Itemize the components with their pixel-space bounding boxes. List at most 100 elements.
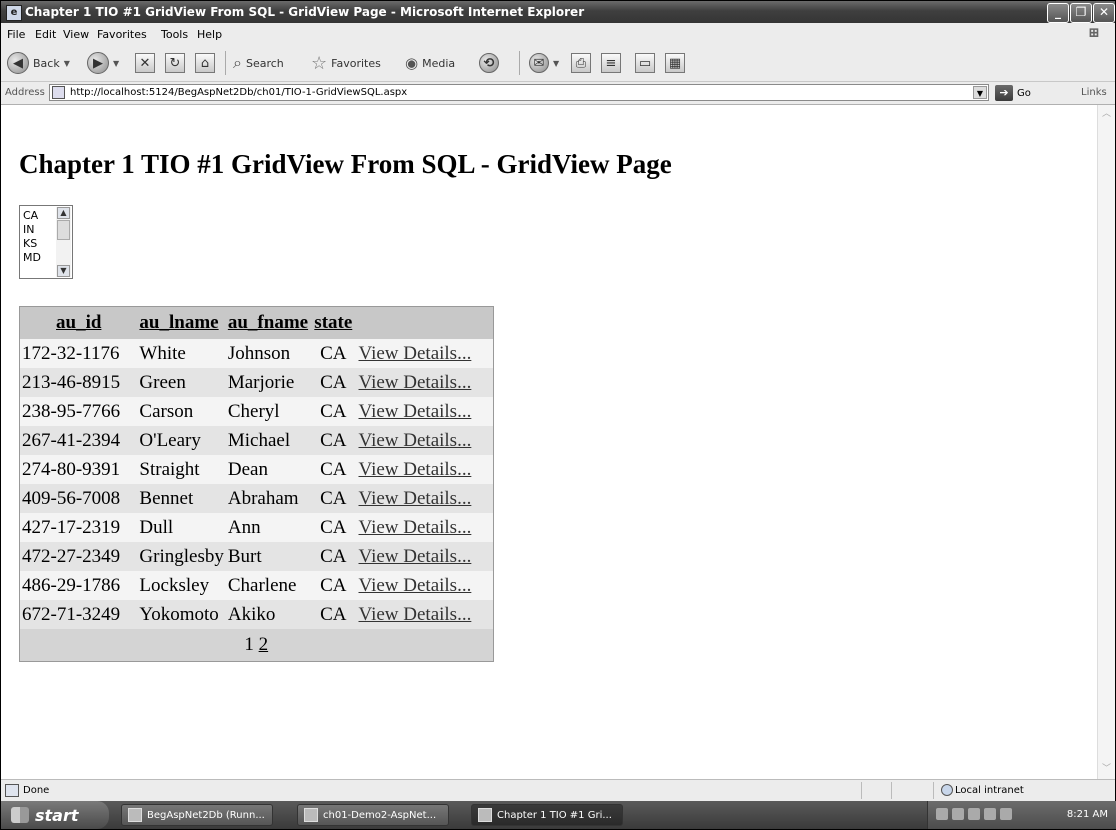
menu-help[interactable]: Help [197,28,222,41]
taskbar-item[interactable]: BegAspNet2Db (Runn... [121,804,273,826]
table-row: 672-71-3249 Yokomoto Akiko CA View Detai… [19,600,493,629]
view-details-link[interactable]: View Details... [356,542,493,571]
state-listbox[interactable]: CA IN KS MD ▲ ▼ [19,205,73,279]
tray-app-icon[interactable] [1000,808,1012,820]
start-button[interactable]: start [1,801,109,829]
windows-logo-icon: ⊞ [1088,25,1100,41]
menu-tools[interactable]: Tools [161,28,188,41]
cell-au-fname: Charlene [225,571,311,600]
search-button[interactable]: ⌕ Search [233,51,284,75]
column-header-au-fname[interactable]: au_fname [225,306,311,339]
address-url: http://localhost:5124/BegAspNet2Db/ch01/… [70,87,408,98]
view-details-link[interactable]: View Details... [356,600,493,629]
close-button[interactable]: ✕ [1093,3,1115,23]
refresh-icon: ↻ [165,53,185,73]
menu-view[interactable]: View [63,28,89,41]
cell-au-fname: Michael [225,426,311,455]
column-header-state[interactable]: state [310,306,357,339]
refresh-button[interactable]: ↻ [165,51,185,75]
view-details-link[interactable]: View Details... [356,339,493,368]
cell-au-fname: Abraham [225,484,311,513]
cell-state: CA [310,484,357,513]
home-icon: ⌂ [195,53,215,73]
go-button[interactable]: ➔ Go [995,84,1031,102]
scroll-thumb[interactable] [57,220,70,240]
authors-gridview: au_id au_lname au_fname state 172-32-117… [19,306,494,662]
listbox-scrollbar[interactable]: ▲ ▼ [56,207,71,277]
mail-button[interactable]: ✉ ▼ [529,51,559,75]
page-done-icon [5,784,19,797]
column-header-au-lname[interactable]: au_lname [137,306,226,339]
column-header-au-id[interactable]: au_id [19,306,138,339]
cell-au-fname: Burt [225,542,311,571]
tray-icons [936,808,1012,820]
address-input[interactable]: http://localhost:5124/BegAspNet2Db/ch01/… [49,84,989,101]
cell-au-fname: Dean [225,455,311,484]
menu-edit[interactable]: Edit [35,28,56,41]
edit-button[interactable]: ≡ [601,51,621,75]
printer-icon: ⎙ [571,53,591,73]
menu-favorites[interactable]: Favorites [97,28,147,41]
view-details-link[interactable]: View Details... [356,368,493,397]
back-button[interactable]: ◀ Back ▼ [7,51,70,75]
browser-window: e Chapter 1 TIO #1 GridView From SQL - G… [0,0,1116,830]
pager: 1 2 [19,629,493,662]
cell-au-lname: O'Leary [137,426,226,455]
window-title: Chapter 1 TIO #1 GridView From SQL - Gri… [25,5,585,19]
page-icon [52,86,65,99]
discuss-button[interactable]: ▭ [635,51,655,75]
start-label: start [35,805,79,825]
table-row: 172-32-1176 White Johnson CA View Detail… [19,339,493,368]
view-details-link[interactable]: View Details... [356,426,493,455]
security-icon[interactable] [968,808,980,820]
menu-file[interactable]: File [7,28,25,41]
page-scrollbar[interactable]: ︿ ﹀ [1097,105,1115,779]
table-row: 213-46-8915 Green Marjorie CA View Detai… [19,368,493,397]
mail-icon: ✉ [529,53,549,73]
print-button[interactable]: ⎙ [571,51,591,75]
listbox-option[interactable]: CA [23,209,38,222]
cell-au-fname: Cheryl [225,397,311,426]
pager-page-2-link[interactable]: 2 [259,634,269,655]
scroll-up-icon[interactable]: ︿ [1101,109,1112,120]
table-row: 274-80-9391 Straight Dean CA View Detail… [19,455,493,484]
cell-state: CA [310,426,357,455]
view-details-link[interactable]: View Details... [356,455,493,484]
stop-button[interactable]: ✕ [135,51,155,75]
view-details-link[interactable]: View Details... [356,484,493,513]
clock[interactable]: 8:21 AM [1067,809,1108,820]
scroll-up-icon[interactable]: ▲ [57,207,70,219]
scroll-down-icon[interactable]: ▼ [57,265,70,277]
home-button[interactable]: ⌂ [195,51,215,75]
history-button[interactable]: ⟲ [479,51,499,75]
view-details-link[interactable]: View Details... [356,513,493,542]
media-button[interactable]: ◉ Media [405,51,455,75]
minimize-button[interactable]: _ [1047,3,1069,23]
toolbar-separator [225,51,226,75]
view-details-link[interactable]: View Details... [356,397,493,426]
maximize-button[interactable]: ❐ [1070,3,1092,23]
cell-au-fname: Akiko [225,600,311,629]
status-pane-divider [891,782,892,799]
cell-au-lname: Yokomoto [137,600,226,629]
listbox-option[interactable]: MD [23,251,41,264]
taskbar-item-active[interactable]: Chapter 1 TIO #1 Gri... [471,804,623,826]
tray-arrow-icon[interactable] [936,808,948,820]
status-pane-divider [861,782,862,799]
cell-au-lname: Green [137,368,226,397]
favorites-button[interactable]: ☆ Favorites [311,51,381,75]
view-details-link[interactable]: View Details... [356,571,493,600]
forward-button[interactable]: ▶ ▼ [87,51,119,75]
research-button[interactable]: ▦ [665,51,685,75]
scroll-down-icon[interactable]: ﹀ [1101,764,1112,775]
table-row: 409-56-7008 Bennet Abraham CA View Detai… [19,484,493,513]
taskbar-item[interactable]: ch01-Demo2-AspNet... [297,804,449,826]
chevron-down-icon[interactable]: ▼ [973,86,987,99]
network-icon[interactable] [952,808,964,820]
listbox-option[interactable]: IN [23,223,34,236]
links-button[interactable]: Links [1081,87,1107,98]
back-label: Back [33,56,60,70]
listbox-option[interactable]: KS [23,237,37,250]
volume-icon[interactable] [984,808,996,820]
cell-au-id: 472-27-2349 [19,542,138,571]
